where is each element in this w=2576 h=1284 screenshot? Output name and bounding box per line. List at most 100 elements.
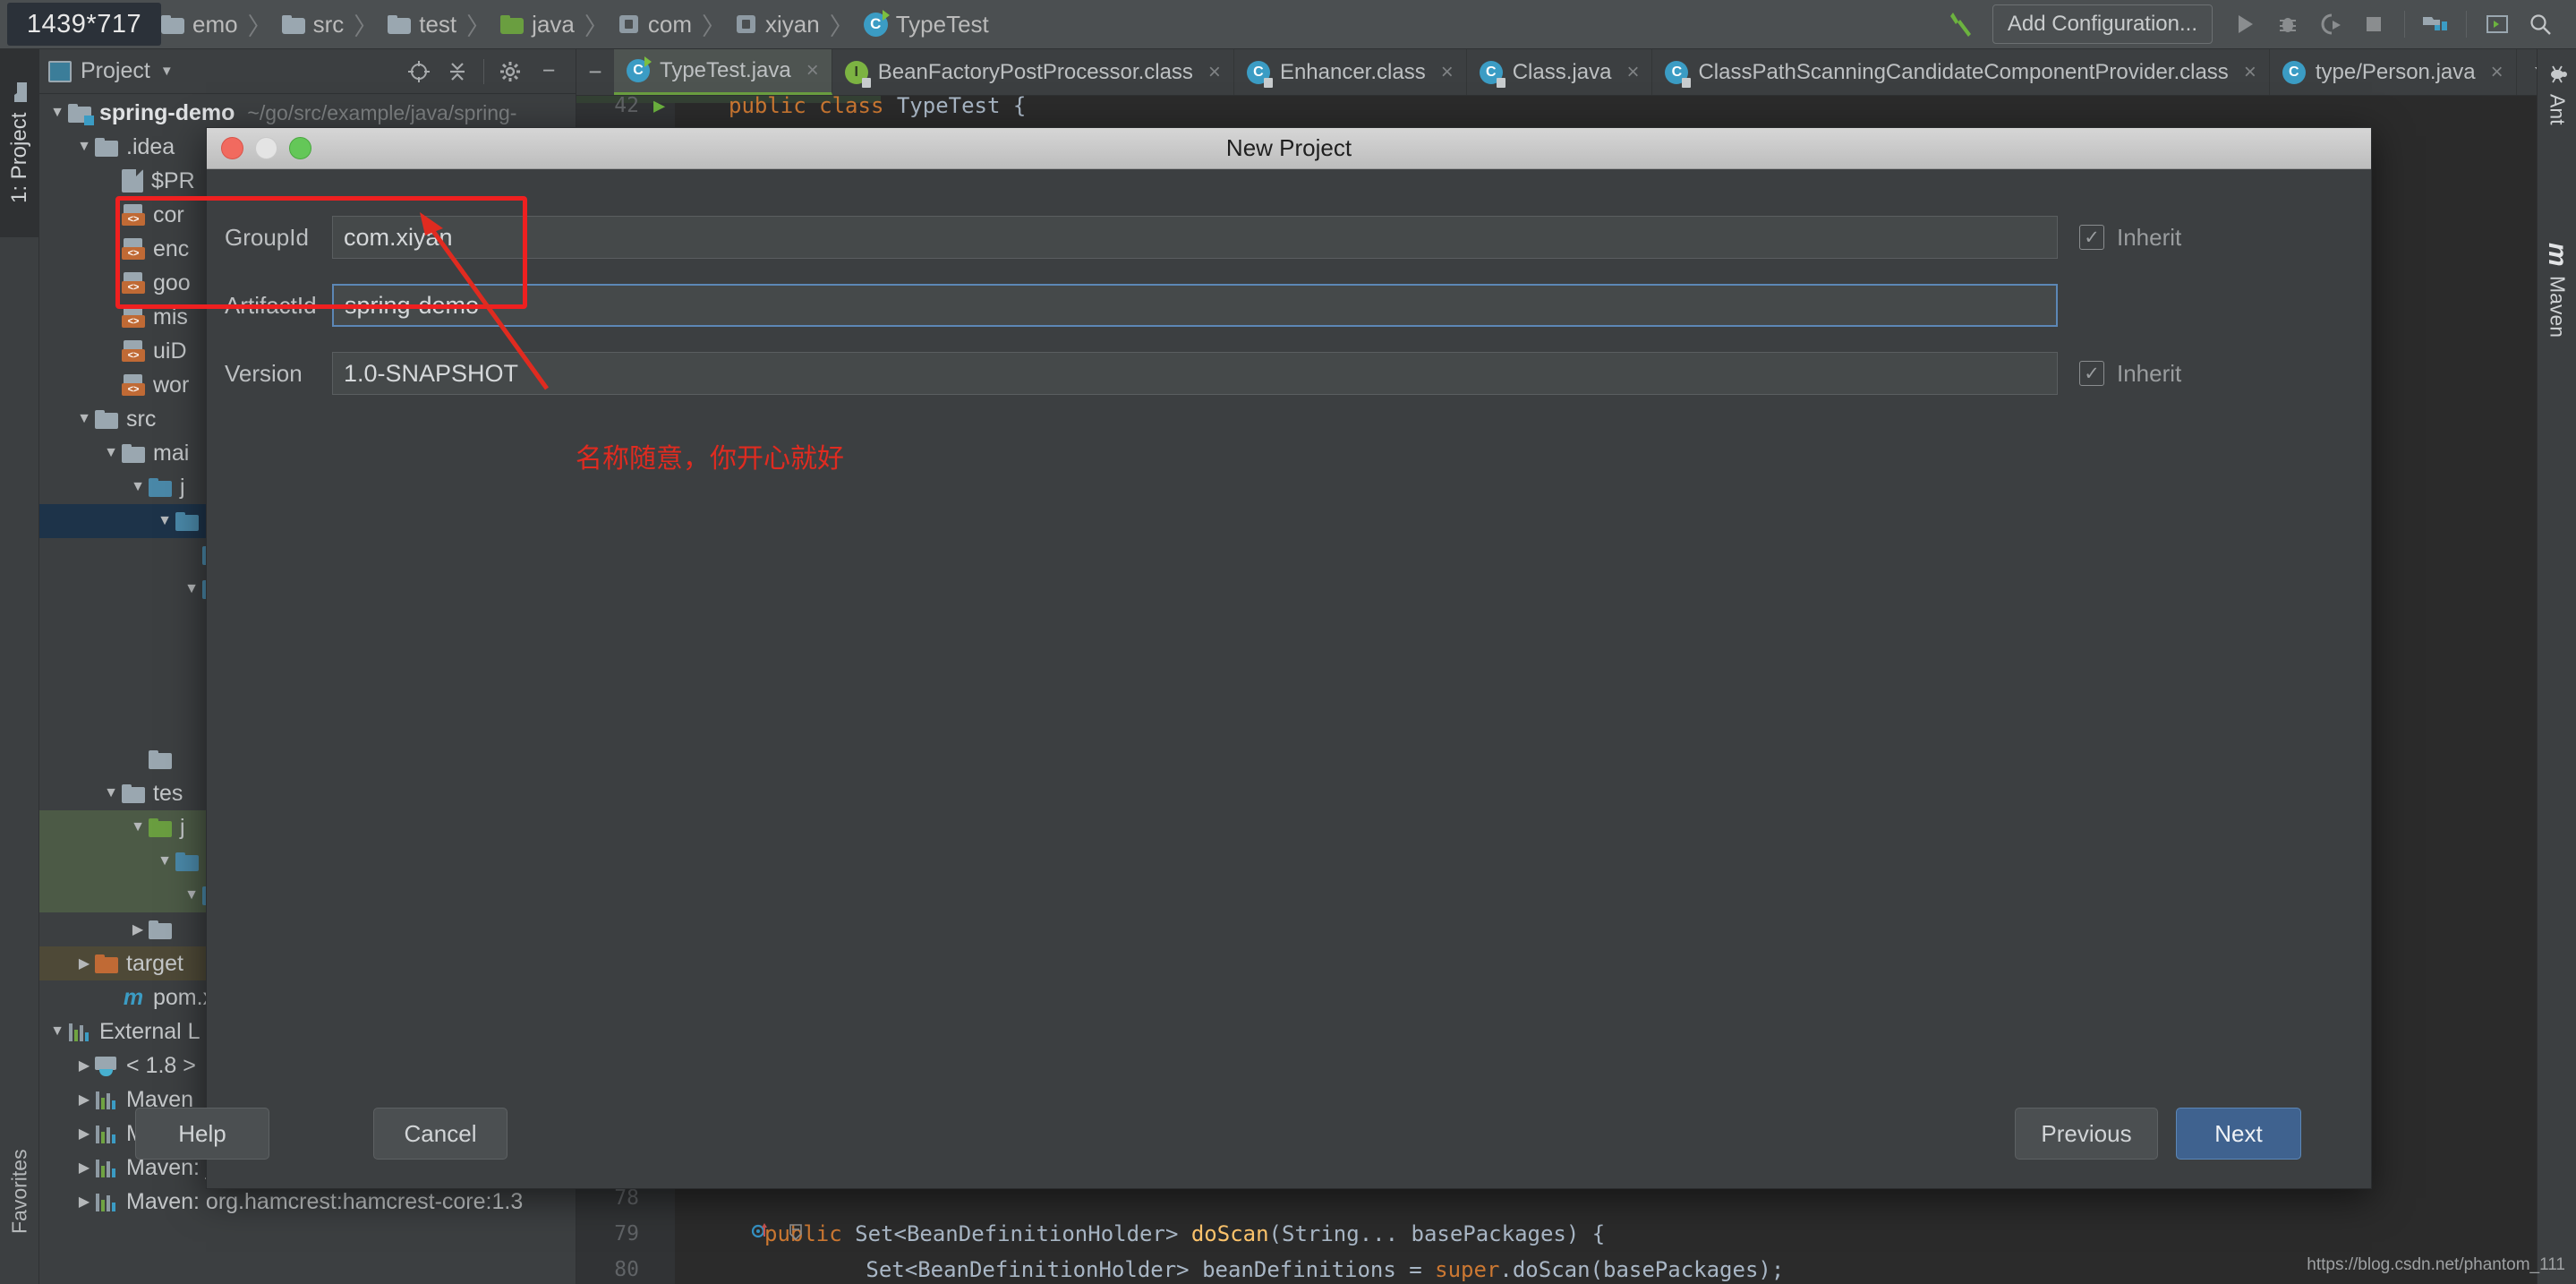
editor-tab-bar: − TypeTest.java×BeanFactoryPostProcessor… [576, 49, 2576, 96]
breadcrumb-item-java[interactable]: java [497, 11, 578, 39]
previous-button[interactable]: Previous [2015, 1108, 2158, 1160]
project-structure-icon[interactable] [2416, 4, 2455, 44]
chevron-down-icon[interactable]: ▼ [127, 819, 149, 835]
folder-icon [95, 409, 118, 429]
chevron-down-icon[interactable]: ▼ [160, 64, 174, 79]
ant-label: Ant [2546, 94, 2570, 125]
run-with-coverage-icon[interactable] [2311, 4, 2350, 44]
tree-item-label: src [126, 406, 157, 432]
close-icon[interactable]: × [1441, 60, 1454, 85]
chevron-down-icon[interactable]: ▼ [154, 853, 175, 869]
code-text: public class TypeTest { [729, 96, 1027, 118]
close-icon[interactable]: × [2244, 60, 2256, 85]
tab-classpathscanningcandidatecomponentprovider-class[interactable]: ClassPathScanningCandidateComponentProvi… [1652, 49, 2270, 95]
tree-item-label: spring-demo [99, 99, 235, 125]
tab-enhancer-class[interactable]: Enhancer.class × [1234, 49, 1467, 95]
chevron-right-icon[interactable]: ▶ [73, 1125, 95, 1143]
next-button[interactable]: Next [2176, 1108, 2301, 1160]
build-hammer-icon[interactable] [1941, 4, 1980, 44]
tab-typetest-java[interactable]: TypeTest.java × [614, 49, 832, 95]
project-view-icon [48, 60, 72, 82]
chevron-right-icon[interactable]: ▶ [73, 1193, 95, 1211]
chevron-down-icon[interactable]: ▼ [47, 1023, 68, 1040]
checkbox-checked-icon[interactable]: ✓ [2079, 361, 2104, 386]
groupid-inherit[interactable]: ✓ Inherit [2079, 224, 2181, 252]
code-line: 79 public Set<BeanDefinitionHolder> doSc… [576, 1217, 1605, 1251]
chevron-down-icon[interactable]: ▼ [73, 411, 95, 427]
tree-item-spring-demo[interactable]: ▼ spring-demo ~/go/src/example/java/spring… [39, 96, 576, 130]
close-icon[interactable]: × [806, 58, 819, 83]
breadcrumb-item-src[interactable]: src [278, 11, 348, 39]
chevron-down-icon[interactable]: ▼ [100, 785, 122, 801]
collapse-all-icon[interactable] [439, 54, 475, 90]
close-icon[interactable]: × [2491, 60, 2503, 85]
minimize-icon[interactable]: − [531, 54, 567, 90]
terminal-icon[interactable] [2478, 4, 2517, 44]
breadcrumb-label: src [312, 10, 345, 38]
breadcrumb-label: test [419, 10, 457, 38]
checkbox-checked-icon[interactable]: ✓ [2079, 225, 2104, 250]
package-icon [175, 852, 199, 871]
help-button[interactable]: Help [135, 1108, 269, 1160]
chevron-down-icon[interactable]: ▼ [127, 479, 149, 495]
version-input[interactable]: 1.0-SNAPSHOT [332, 352, 2058, 395]
artifactid-input[interactable]: spring-demo [332, 284, 2058, 327]
stop-icon[interactable] [2354, 4, 2393, 44]
sidebar-item-ant[interactable]: Ant [2538, 49, 2576, 228]
chevron-down-icon[interactable]: ▼ [181, 887, 202, 903]
gear-icon[interactable] [492, 54, 528, 90]
right-tool-strip: Ant m Maven [2537, 49, 2576, 1284]
breadcrumb-item-test[interactable]: test [384, 11, 460, 39]
chevron-down-icon[interactable]: ▼ [47, 105, 68, 121]
java-class-runnable-icon [627, 56, 652, 82]
chevron-right-icon[interactable]: ▶ [127, 920, 149, 938]
chevron-down-icon[interactable]: ▼ [154, 513, 175, 529]
chevron-down-icon[interactable]: ▼ [73, 139, 95, 155]
chevron-right-icon[interactable]: ▶ [73, 1091, 95, 1109]
breadcrumb-label: TypeTest [895, 10, 989, 38]
minimize-icon[interactable]: − [576, 49, 614, 95]
chevron-down-icon[interactable]: ▼ [181, 581, 202, 597]
groupid-input[interactable]: com.xiyan [332, 216, 2058, 259]
toolbar-right-actions: Add Configuration... [1941, 4, 2576, 44]
tab-class-java[interactable]: Class.java × [1467, 49, 1653, 95]
chevron-right-icon[interactable]: ▶ [73, 954, 95, 972]
inherit-label: Inherit [2117, 223, 2182, 251]
version-inherit[interactable]: ✓ Inherit [2079, 360, 2181, 388]
chevron-down-icon[interactable]: ▼ [100, 445, 122, 461]
add-configuration-button[interactable]: Add Configuration... [1992, 4, 2213, 44]
search-icon[interactable] [2521, 4, 2560, 44]
tab-beanfactorypostprocessor-class[interactable]: BeanFactoryPostProcessor.class × [832, 49, 1234, 95]
annotation-arrow [420, 212, 550, 390]
tree-item-label: mis [153, 304, 188, 330]
scroll-from-source-icon[interactable] [401, 54, 437, 90]
run-gutter-icon[interactable]: ▶ [653, 96, 665, 117]
breadcrumb-item-typetest[interactable]: TypeTest [860, 9, 993, 39]
tab-label: ClassPathScanningCandidateComponentProvi… [1698, 59, 2229, 84]
tree-item-label: < 1.8 > [126, 1052, 196, 1078]
tree-item-label: uiD [153, 338, 187, 364]
java-interface-locked-icon [844, 60, 871, 88]
sidebar-item-maven[interactable]: m Maven [2538, 228, 2576, 425]
tree-item-label: j [180, 814, 185, 840]
cancel-button-main[interactable]: Cancel [373, 1108, 508, 1160]
maven-lib-icon [95, 1090, 118, 1109]
breadcrumb-item-com[interactable]: com [615, 11, 695, 39]
close-icon[interactable]: × [1626, 60, 1639, 85]
debug-icon[interactable] [2268, 4, 2307, 44]
tree-item-label: mai [153, 440, 190, 466]
chevron-right-icon[interactable]: ▶ [73, 1159, 95, 1177]
close-icon[interactable]: × [1208, 60, 1221, 85]
sidebar-item-favorites[interactable]: Favorites [0, 1107, 39, 1277]
tab-type-person-java[interactable]: type/Person.java × [2270, 49, 2517, 95]
sidebar-item-project[interactable]: 1: Project [0, 49, 39, 237]
tree-item-label: External L [99, 1018, 200, 1044]
run-icon[interactable] [2225, 4, 2265, 44]
maven-label: Maven [2546, 275, 2570, 338]
breadcrumb-item-xiyan[interactable]: xiyan [732, 11, 823, 39]
tab-label: type/Person.java [2315, 59, 2476, 84]
breadcrumb-item-emo[interactable]: emo [158, 11, 242, 39]
xml-file-icon [122, 306, 145, 328]
chevron-right-icon[interactable]: ▶ [73, 1057, 95, 1074]
breadcrumb-separator: 〉 [829, 13, 854, 40]
